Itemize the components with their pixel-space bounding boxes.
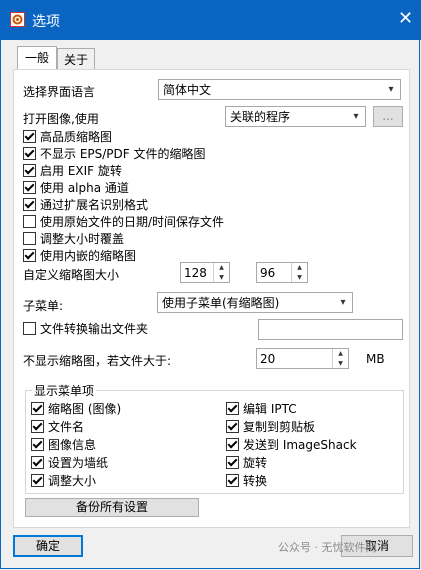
checkbox-box[interactable]	[23, 215, 36, 228]
checkbox-menu-set-wallpaper[interactable]: 设置为墙纸	[31, 455, 121, 470]
browse-button[interactable]: ...	[373, 106, 403, 127]
checkbox-label: 文件转换输出文件夹	[40, 322, 149, 336]
checkbox-box[interactable]	[23, 181, 36, 194]
checkbox-menu-edit-iptc[interactable]: 编辑 IPTC	[226, 401, 357, 416]
chevron-down-icon: ▾	[353, 111, 359, 122]
menu-items-left: 缩略图 (图像) 文件名 图像信息 设置为墙纸 调整大小	[31, 401, 121, 491]
checkbox-hq-thumbnails[interactable]: 高品质缩略图	[23, 129, 224, 144]
no-thumb-size-value: 20	[260, 351, 276, 366]
checkbox-exif-rotate[interactable]: 启用 EXIF 旋转	[23, 163, 224, 178]
checkbox-menu-thumbnail[interactable]: 缩略图 (图像)	[31, 401, 121, 416]
checkbox-label: 高品质缩略图	[40, 130, 113, 144]
chevron-down-icon: ▾	[388, 84, 394, 95]
checkbox-convert-output-folder[interactable]: 文件转换输出文件夹	[23, 321, 148, 336]
checkbox-box[interactable]	[23, 249, 36, 262]
window-title: 选项	[32, 14, 60, 30]
checkbox-label: 使用内嵌的缩略图	[40, 249, 137, 263]
checkbox-detect-by-extension[interactable]: 通过扩展名识别格式	[23, 197, 224, 212]
checkbox-label: 旋转	[243, 456, 268, 470]
checkbox-label: 不显示 EPS/PDF 文件的缩略图	[40, 147, 206, 161]
checkbox-label: 使用 alpha 通道	[40, 181, 129, 195]
menu-items-legend: 显示菜单项	[34, 384, 95, 398]
thumb-size-label: 自定义缩略图大小	[23, 268, 120, 282]
checkbox-label: 通过扩展名识别格式	[40, 198, 149, 212]
checkbox-box[interactable]	[226, 456, 239, 469]
spin-up-icon[interactable]: ▲	[214, 263, 229, 273]
language-select[interactable]: 简体中文 ▾	[158, 79, 401, 100]
checkbox-box[interactable]	[226, 438, 239, 451]
checkbox-label: 编辑 IPTC	[243, 402, 297, 416]
checkbox-keep-original-date[interactable]: 使用原始文件的日期/时间保存文件	[23, 214, 224, 229]
open-image-select[interactable]: 关联的程序 ▾	[225, 106, 366, 127]
spin-down-icon[interactable]: ▼	[333, 359, 348, 369]
checkbox-label: 发送到 ImageShack	[243, 438, 357, 452]
checkbox-box[interactable]	[23, 232, 36, 245]
no-thumb-label: 不显示缩略图，若文件大于:	[23, 354, 172, 368]
checkbox-alpha-channel[interactable]: 使用 alpha 通道	[23, 180, 224, 195]
spin-down-icon[interactable]: ▼	[214, 273, 229, 283]
spin-up-icon[interactable]: ▲	[292, 263, 307, 273]
backup-settings-button[interactable]: 备份所有设置	[25, 498, 199, 517]
checkbox-menu-resize[interactable]: 调整大小	[31, 473, 121, 488]
chevron-down-icon: ▾	[340, 297, 346, 308]
open-image-label: 打开图像,使用	[23, 112, 99, 126]
checkbox-box[interactable]	[31, 438, 44, 451]
checkbox-box[interactable]	[23, 130, 36, 143]
app-icon	[10, 12, 25, 27]
ok-button[interactable]: 确定	[13, 535, 83, 557]
checkbox-label: 调整大小时覆盖	[40, 232, 125, 246]
options-checkbox-list: 高品质缩略图 不显示 EPS/PDF 文件的缩略图 启用 EXIF 旋转 使用 …	[23, 129, 224, 265]
checkbox-menu-filename[interactable]: 文件名	[31, 419, 121, 434]
submenu-select[interactable]: 使用子菜单(有缩略图) ▾	[157, 292, 353, 313]
tab-about[interactable]: 关于	[57, 48, 95, 70]
checkbox-label: 使用原始文件的日期/时间保存文件	[40, 215, 225, 229]
spin-down-icon[interactable]: ▼	[292, 273, 307, 283]
submenu-value: 使用子菜单(有缩略图)	[162, 296, 280, 310]
thumb-width-value: 128	[184, 265, 207, 280]
checkbox-menu-send-imageshack[interactable]: 发送到 ImageShack	[226, 437, 357, 452]
no-thumb-unit: MB	[366, 352, 385, 366]
checkbox-label: 图像信息	[48, 438, 97, 452]
checkbox-menu-image-info[interactable]: 图像信息	[31, 437, 121, 452]
watermark: 公众号 · 无忧软件网	[278, 541, 377, 554]
language-value: 简体中文	[163, 83, 212, 97]
checkbox-label: 缩略图 (图像)	[48, 402, 122, 416]
spin-up-icon[interactable]: ▲	[333, 349, 348, 359]
checkbox-label: 转换	[243, 474, 268, 488]
checkbox-label: 文件名	[48, 420, 85, 434]
checkbox-embedded-thumbnails[interactable]: 使用内嵌的缩略图	[23, 248, 224, 263]
convert-output-folder-input[interactable]	[258, 319, 403, 340]
menu-items-right: 编辑 IPTC 复制到剪贴板 发送到 ImageShack 旋转 转换	[226, 401, 357, 491]
checkbox-box[interactable]	[23, 322, 36, 335]
checkbox-overwrite-on-resize[interactable]: 调整大小时覆盖	[23, 231, 224, 246]
checkbox-menu-copy-clipboard[interactable]: 复制到剪贴板	[226, 419, 357, 434]
checkbox-menu-rotate[interactable]: 旋转	[226, 455, 357, 470]
language-label: 选择界面语言	[23, 85, 96, 99]
checkbox-label: 启用 EXIF 旋转	[40, 164, 122, 178]
checkbox-label: 复制到剪贴板	[243, 420, 316, 434]
checkbox-no-eps-pdf-thumbnails[interactable]: 不显示 EPS/PDF 文件的缩略图	[23, 146, 224, 161]
checkbox-menu-convert[interactable]: 转换	[226, 473, 357, 488]
checkbox-label: 设置为墙纸	[48, 456, 109, 470]
checkbox-box[interactable]	[226, 402, 239, 415]
submenu-label: 子菜单:	[23, 299, 64, 313]
title-bar	[0, 0, 421, 40]
checkbox-box[interactable]	[31, 456, 44, 469]
checkbox-box[interactable]	[31, 402, 44, 415]
checkbox-box[interactable]	[23, 198, 36, 211]
checkbox-box[interactable]	[226, 420, 239, 433]
checkbox-box[interactable]	[31, 474, 44, 487]
checkbox-box[interactable]	[23, 164, 36, 177]
thumb-height-stepper[interactable]: 96 ▲ ▼	[256, 262, 308, 283]
close-icon[interactable]: ✕	[398, 9, 413, 29]
checkbox-box[interactable]	[23, 147, 36, 160]
checkbox-box[interactable]	[226, 474, 239, 487]
tab-general[interactable]: 一般	[17, 46, 57, 70]
no-thumb-size-stepper[interactable]: 20 ▲ ▼	[256, 348, 349, 369]
open-image-value: 关联的程序	[230, 110, 291, 124]
checkbox-box[interactable]	[31, 420, 44, 433]
thumb-height-value: 96	[260, 265, 276, 280]
checkbox-label: 调整大小	[48, 474, 97, 488]
thumb-width-stepper[interactable]: 128 ▲ ▼	[180, 262, 230, 283]
